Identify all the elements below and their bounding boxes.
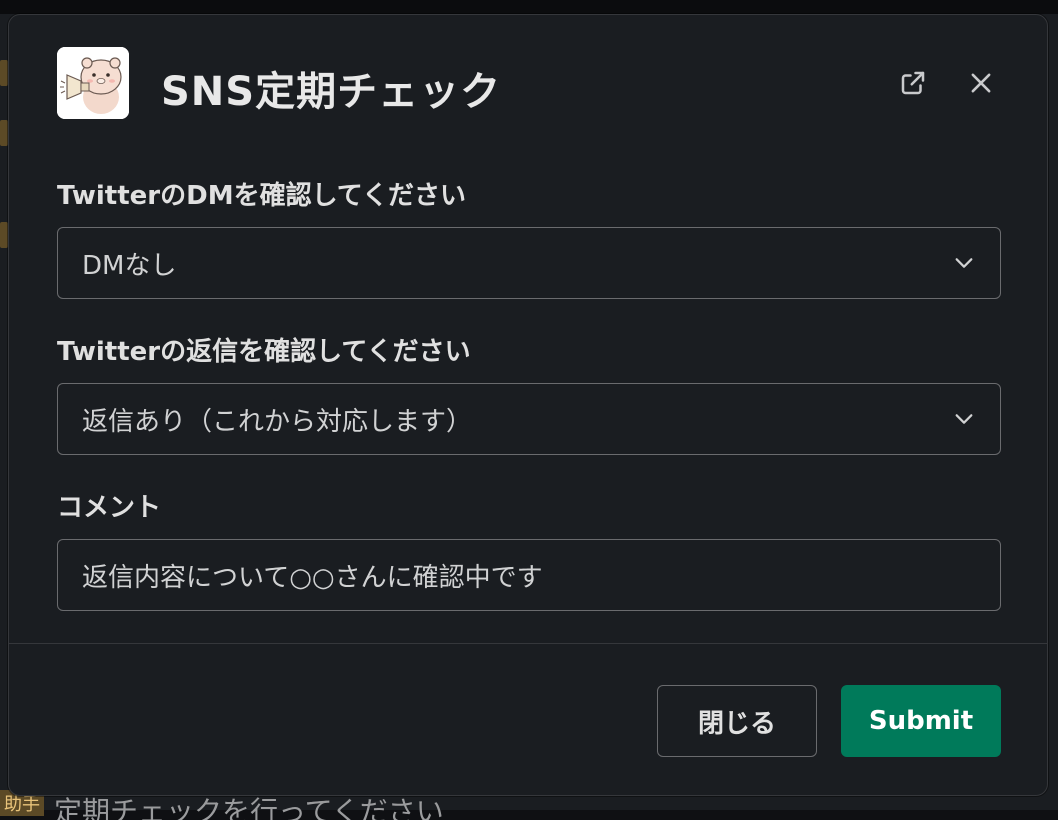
comment-value: 返信内容について○○さんに確認中です (82, 557, 976, 594)
reply-check-value: 返信あり（これから対応します） (82, 401, 952, 438)
close-icon[interactable] (963, 65, 999, 101)
reply-check-label: Twitterの返信を確認してください (57, 331, 471, 368)
modal-title: SNS定期チェック (161, 59, 501, 117)
bear-icon (57, 47, 129, 119)
modal-header: SNS定期チェック (57, 47, 999, 119)
background-top-bar (0, 0, 1058, 14)
chevron-down-icon (952, 251, 976, 275)
submit-button[interactable]: Submit (841, 685, 1001, 757)
background-highlight (0, 222, 8, 248)
reply-check-select[interactable]: 返信あり（これから対応します） (57, 383, 1001, 455)
background-highlight (0, 120, 8, 146)
footer-divider (9, 643, 1047, 644)
close-button[interactable]: 閉じる (657, 685, 817, 757)
external-link-icon[interactable] (895, 65, 931, 101)
comment-label: コメント (57, 487, 161, 524)
modal-dialog: SNS定期チェック TwitterのDMを確認してください DMなし Twitt… (8, 14, 1048, 796)
dm-check-value: DMなし (82, 245, 952, 282)
background-message-text: 定期チェックを行ってください (54, 795, 444, 820)
dm-check-label: TwitterのDMを確認してください (57, 175, 466, 212)
chevron-down-icon (952, 407, 976, 431)
dm-check-select[interactable]: DMなし (57, 227, 1001, 299)
app-avatar (57, 47, 129, 119)
background-highlight (0, 60, 8, 86)
comment-input[interactable]: 返信内容について○○さんに確認中です (57, 539, 1001, 611)
